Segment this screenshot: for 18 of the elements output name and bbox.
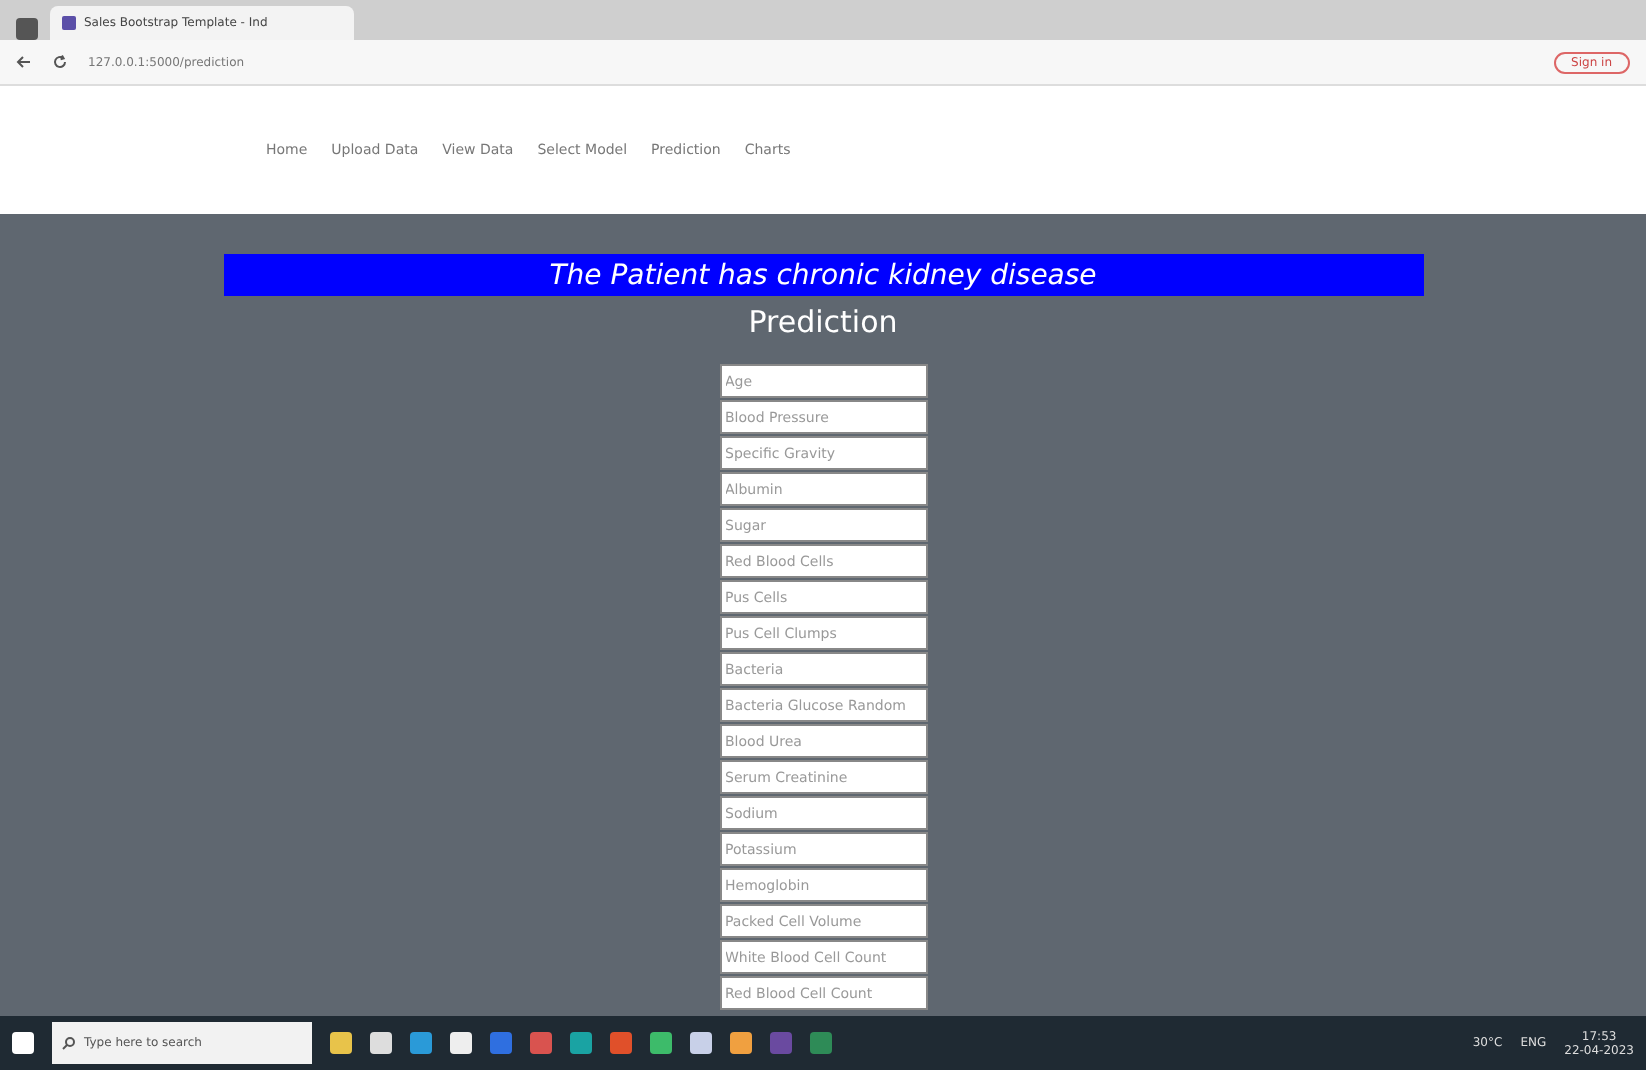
app-icon[interactable] <box>530 1032 552 1054</box>
app-icon[interactable] <box>610 1032 632 1054</box>
app-icon[interactable] <box>490 1032 512 1054</box>
app-icon[interactable] <box>730 1032 752 1054</box>
app-icon[interactable] <box>450 1032 472 1054</box>
app-icon[interactable] <box>370 1032 392 1054</box>
search-icon <box>62 1036 76 1050</box>
app-icon[interactable] <box>810 1032 832 1054</box>
result-banner: The Patient has chronic kidney disease <box>223 254 1423 296</box>
app-icon[interactable] <box>690 1032 712 1054</box>
app-icon[interactable] <box>570 1032 592 1054</box>
app-icon[interactable] <box>650 1032 672 1054</box>
app-icon[interactable] <box>330 1032 352 1054</box>
back-icon[interactable] <box>16 54 32 70</box>
refresh-icon[interactable] <box>52 54 68 70</box>
app-icon[interactable] <box>410 1032 432 1054</box>
page-heading: Prediction <box>748 304 898 340</box>
favicon-icon <box>62 16 76 30</box>
